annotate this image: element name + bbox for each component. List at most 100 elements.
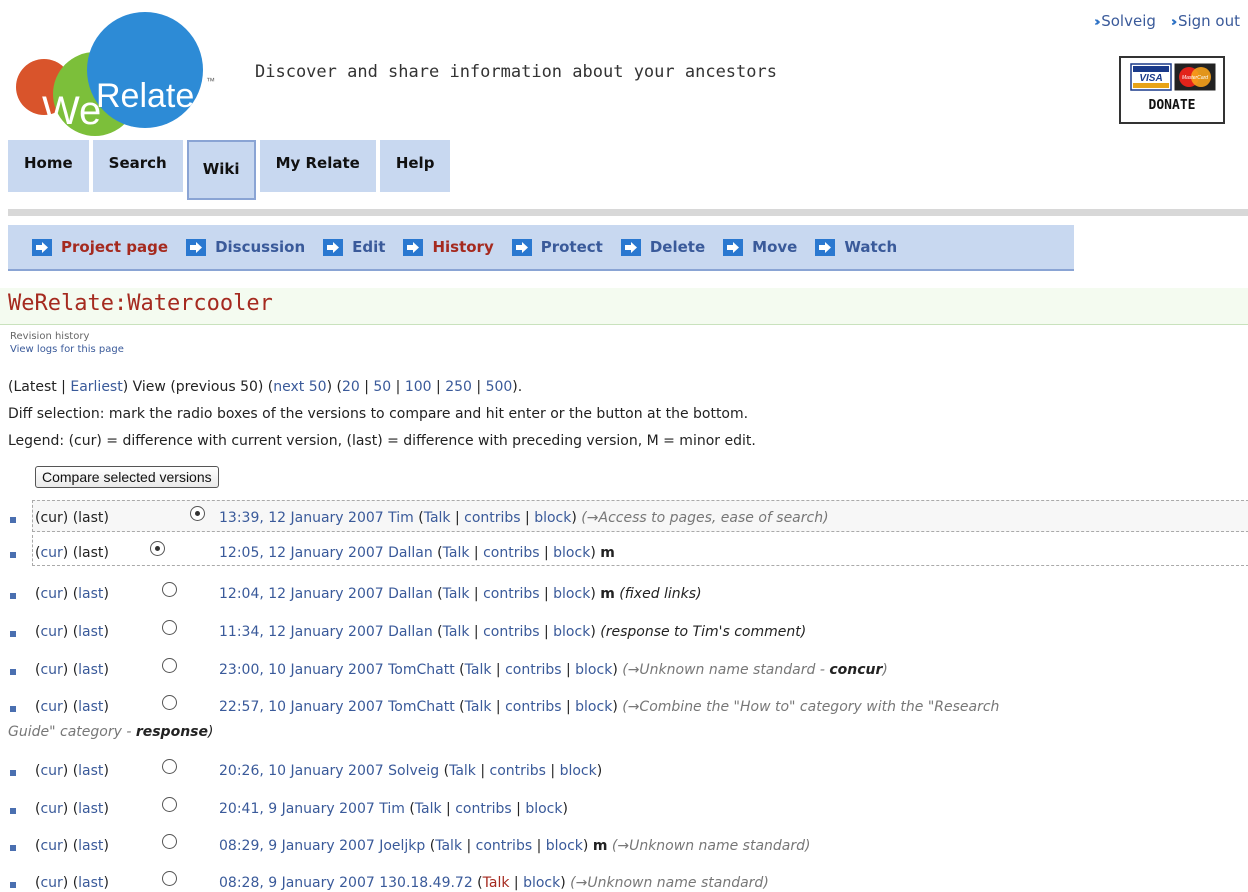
last-link[interactable]: last [78, 801, 103, 817]
block-link[interactable]: block [523, 875, 560, 891]
cur-link[interactable]: cur [40, 586, 62, 602]
contribs-link[interactable]: contribs [476, 838, 532, 854]
block-link[interactable]: block [546, 838, 583, 854]
cur-link[interactable]: cur [40, 699, 62, 715]
revision-time-link[interactable]: 20:26, 10 January 2007 [219, 763, 384, 779]
user-link[interactable]: TomChatt [388, 662, 455, 678]
user-link[interactable]: Solveig [388, 763, 439, 779]
talk-link[interactable]: Talk [483, 875, 510, 891]
user-link[interactable]: Dallan [388, 624, 433, 640]
radio-older[interactable] [162, 582, 177, 597]
tab-search[interactable]: Search [92, 140, 183, 192]
contribs-link[interactable]: contribs [455, 801, 511, 817]
radio-older[interactable] [162, 759, 177, 774]
last-link[interactable]: last [78, 624, 103, 640]
section-link[interactable]: →Unknown name standard [628, 662, 816, 678]
contribs-link[interactable]: contribs [490, 763, 546, 779]
revision-time-link[interactable]: 12:05, 12 January 2007 [219, 545, 384, 561]
talk-link[interactable]: Talk [465, 662, 492, 678]
user-link[interactable]: TomChatt [388, 699, 455, 715]
cur-link[interactable]: cur [40, 545, 62, 561]
radio-older[interactable] [162, 658, 177, 673]
revision-time-link[interactable]: 08:28, 9 January 2007 [219, 875, 375, 891]
user-link[interactable]: Joeljkp [379, 838, 425, 854]
block-link[interactable]: block [560, 763, 597, 779]
user-link[interactable]: Tim [388, 510, 414, 526]
action-delete[interactable]: Delete [620, 238, 705, 256]
user-link-signout[interactable]: ›› Sign out [1171, 12, 1240, 30]
last-link[interactable]: last [78, 699, 103, 715]
cur-link[interactable]: cur [40, 763, 62, 779]
view-logs-link[interactable]: View logs for this page [10, 344, 124, 355]
radio-newer[interactable] [190, 506, 205, 521]
limit-100-link[interactable]: 100 [405, 379, 432, 395]
radio-older[interactable] [162, 834, 177, 849]
action-project-page[interactable]: Project page [32, 238, 168, 256]
talk-link[interactable]: Talk [465, 699, 492, 715]
radio-older[interactable] [150, 541, 165, 556]
block-link[interactable]: block [553, 586, 590, 602]
section-link[interactable]: →Unknown name standard [576, 875, 764, 891]
limit-250-link[interactable]: 250 [445, 379, 472, 395]
cur-link[interactable]: cur [40, 838, 62, 854]
action-watch[interactable]: Watch [815, 238, 897, 256]
radio-older[interactable] [162, 620, 177, 635]
section-link[interactable]: →Unknown name standard [617, 838, 805, 854]
last-link[interactable]: last [78, 875, 103, 891]
limit-50-link[interactable]: 50 [373, 379, 391, 395]
user-link[interactable]: Tim [379, 801, 405, 817]
revision-time-link[interactable]: 22:57, 10 January 2007 [219, 699, 384, 715]
revision-time-link[interactable]: 11:34, 12 January 2007 [219, 624, 384, 640]
earliest-link[interactable]: Earliest [70, 379, 122, 395]
contribs-link[interactable]: contribs [505, 662, 561, 678]
next-50-link[interactable]: next 50 [273, 379, 326, 395]
block-link[interactable]: block [553, 545, 590, 561]
revision-time-link[interactable]: 13:39, 12 January 2007 [219, 510, 384, 526]
last-link[interactable]: last [78, 586, 103, 602]
tab-wiki[interactable]: Wiki [186, 140, 256, 200]
action-discussion[interactable]: Discussion [186, 238, 305, 256]
section-link[interactable]: →Combine the "How to" category with the … [628, 699, 1000, 715]
cur-link[interactable]: cur [40, 662, 62, 678]
user-link[interactable]: 130.18.49.72 [379, 875, 473, 891]
cur-link[interactable]: cur [40, 875, 62, 891]
last-link[interactable]: last [78, 662, 103, 678]
revision-time-link[interactable]: 23:00, 10 January 2007 [219, 662, 384, 678]
user-link-solveig[interactable]: ›› Solveig [1094, 12, 1161, 30]
block-link[interactable]: block [575, 699, 612, 715]
revision-time-link[interactable]: 20:41, 9 January 2007 [219, 801, 375, 817]
block-link[interactable]: block [525, 801, 562, 817]
last-link[interactable]: last [78, 838, 103, 854]
cur-link[interactable]: cur [40, 801, 62, 817]
talk-link[interactable]: Talk [443, 586, 470, 602]
contribs-link[interactable]: contribs [483, 586, 539, 602]
action-edit[interactable]: Edit [323, 238, 385, 256]
talk-link[interactable]: Talk [415, 801, 442, 817]
compare-versions-button[interactable]: Compare selected versions [35, 466, 219, 488]
radio-older[interactable] [162, 695, 177, 710]
werelate-logo[interactable]: We Relate ™ [10, 12, 245, 137]
action-history[interactable]: History [403, 238, 494, 256]
user-link[interactable]: Dallan [388, 545, 433, 561]
section-link[interactable]: →Access to pages, ease of search [587, 510, 823, 526]
radio-older[interactable] [162, 797, 177, 812]
limit-500-link[interactable]: 500 [486, 379, 513, 395]
section-link-continued[interactable]: Guide" category [8, 724, 122, 740]
username-link[interactable]: Solveig [1101, 12, 1156, 30]
contribs-link[interactable]: contribs [464, 510, 520, 526]
tab-home[interactable]: Home [8, 140, 89, 192]
talk-link[interactable]: Talk [435, 838, 462, 854]
limit-20-link[interactable]: 20 [342, 379, 360, 395]
block-link[interactable]: block [553, 624, 590, 640]
talk-link[interactable]: Talk [449, 763, 476, 779]
tab-help[interactable]: Help [379, 140, 451, 192]
talk-link[interactable]: Talk [443, 624, 470, 640]
block-link[interactable]: block [575, 662, 612, 678]
talk-link[interactable]: Talk [424, 510, 451, 526]
block-link[interactable]: block [534, 510, 571, 526]
contribs-link[interactable]: contribs [483, 624, 539, 640]
radio-older[interactable] [162, 871, 177, 886]
contribs-link[interactable]: contribs [483, 545, 539, 561]
tab-my-relate[interactable]: My Relate [259, 140, 376, 192]
user-link[interactable]: Dallan [388, 586, 433, 602]
